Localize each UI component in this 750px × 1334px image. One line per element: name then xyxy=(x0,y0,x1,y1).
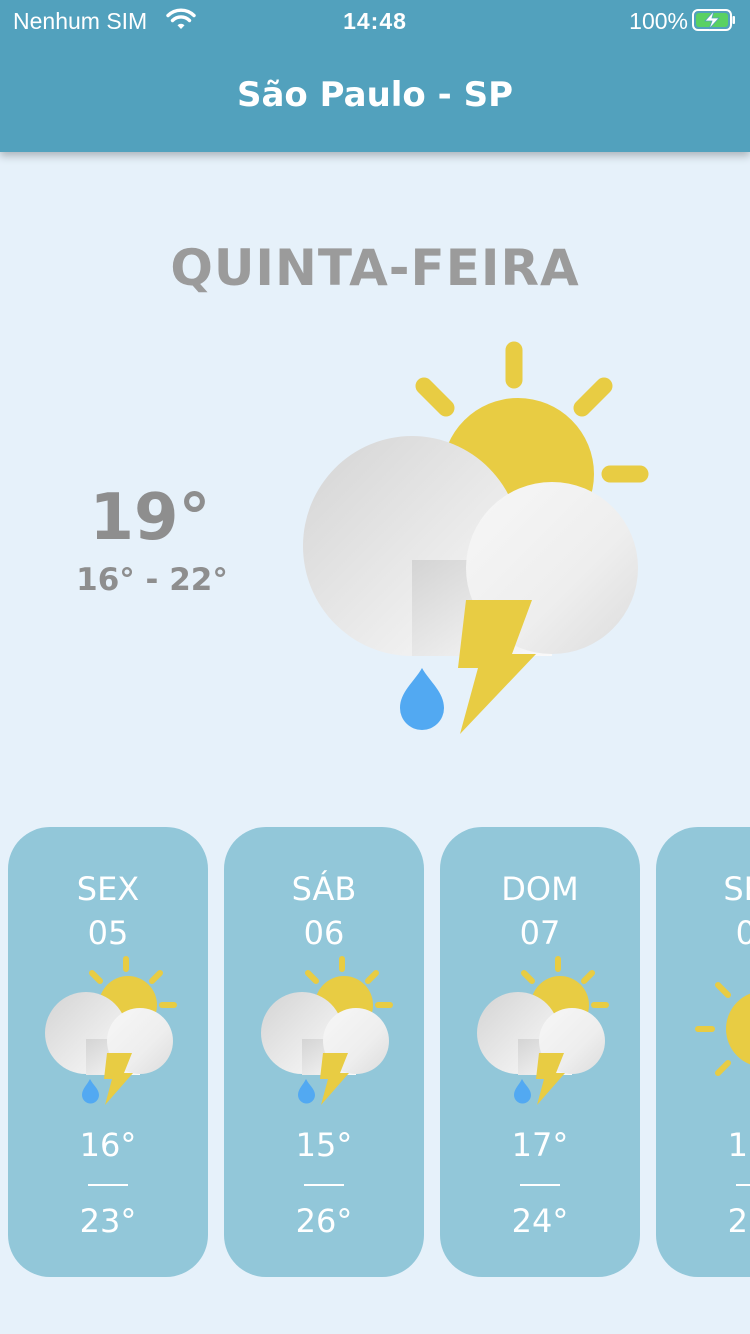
divider xyxy=(520,1184,560,1186)
temperature-range: 16° - 22° xyxy=(76,562,228,598)
forecast-day: SÁB xyxy=(291,870,357,908)
current-temperature: 19° xyxy=(89,481,211,555)
battery-charging-icon xyxy=(692,9,735,31)
sunny-icon xyxy=(695,982,750,1076)
forecast-card[interactable]: DOM 07 17° 24° xyxy=(440,827,640,1277)
forecast-date: 05 xyxy=(87,914,129,952)
forecast-day: SEX xyxy=(76,870,140,908)
forecast-day: DOM xyxy=(501,870,579,908)
forecast-min-temp: 15° xyxy=(727,1126,750,1164)
forecast-min-temp: 16° xyxy=(79,1126,137,1164)
divider xyxy=(304,1184,344,1186)
forecast-day: SEG xyxy=(723,870,750,908)
forecast-date: 08 xyxy=(735,914,750,952)
forecast-list[interactable]: SEX 05 16° 23° SÁB 06 15° 26° DOM 07 17°… xyxy=(8,827,750,1279)
forecast-card[interactable]: SEX 05 16° 23° xyxy=(8,827,208,1277)
forecast-min-temp: 17° xyxy=(511,1126,569,1164)
partly-cloudy-thunderstorm-icon xyxy=(303,341,649,734)
forecast-min-temp: 15° xyxy=(295,1126,353,1164)
current-day-name: QUINTA-FEIRA xyxy=(170,239,580,297)
partly-cloudy-thunderstorm-icon xyxy=(477,956,609,1105)
forecast-max-temp: 23° xyxy=(79,1202,137,1240)
header: Nenhum SIM 14:48 100% São Paulo - SP xyxy=(0,0,750,152)
forecast-date: 06 xyxy=(303,914,345,952)
forecast-card[interactable]: SÁB 06 15° 26° xyxy=(224,827,424,1277)
forecast-card[interactable]: SEG 08 15° 25° xyxy=(656,827,750,1277)
divider xyxy=(736,1184,750,1186)
partly-cloudy-thunderstorm-icon xyxy=(45,956,177,1105)
forecast-max-temp: 26° xyxy=(295,1202,353,1240)
city-title: São Paulo - SP xyxy=(237,75,513,115)
battery-percentage: 100% xyxy=(629,8,688,34)
forecast-date: 07 xyxy=(519,914,561,952)
forecast-max-temp: 25° xyxy=(727,1202,750,1240)
partly-cloudy-thunderstorm-icon xyxy=(261,956,393,1105)
divider xyxy=(88,1184,128,1186)
forecast-max-temp: 24° xyxy=(511,1202,569,1240)
